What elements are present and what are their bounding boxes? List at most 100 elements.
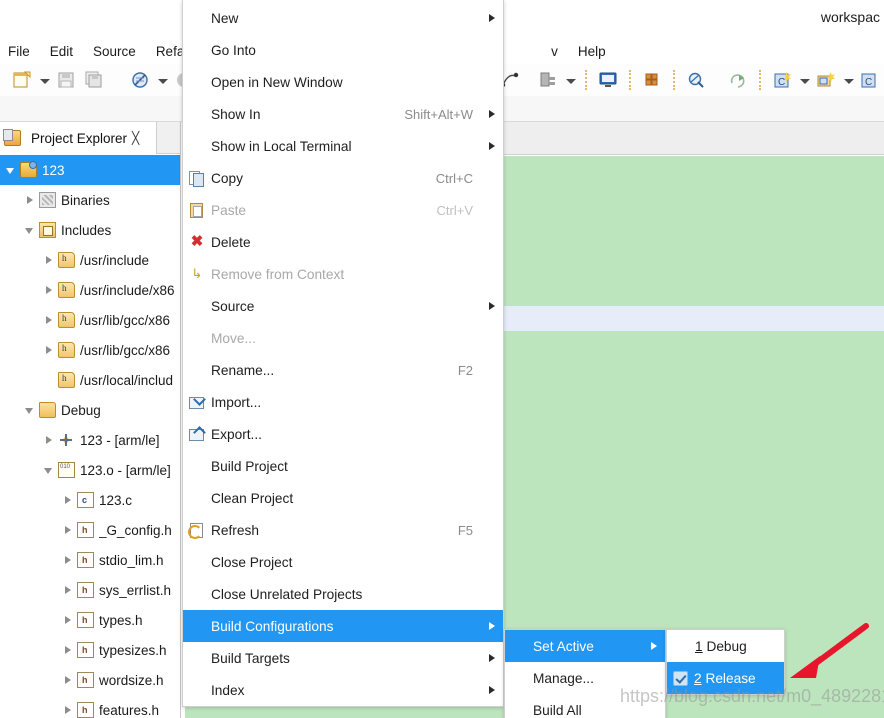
menu-help[interactable]: Help (568, 44, 616, 59)
menu-item-config-debug[interactable]: 1 Debug (667, 630, 784, 662)
tree-twisty-closed[interactable] (61, 673, 75, 687)
build-icon[interactable] (129, 69, 151, 91)
menu-edit[interactable]: Edit (40, 44, 83, 59)
tree-item-features-h[interactable]: features.h (0, 695, 180, 718)
menu-item-open-in-new-window[interactable]: Open in New Window (183, 66, 503, 98)
tree-twisty-closed[interactable] (42, 433, 56, 447)
menu-item-label: Debug (706, 638, 747, 654)
new-c-project-dropdown-arrow[interactable] (797, 69, 811, 91)
tree-item-label: Debug (61, 402, 101, 418)
tree-twisty-open[interactable] (42, 463, 56, 477)
tree-item-123-c[interactable]: 123.c (0, 485, 180, 515)
remove-context-icon: ↳ (191, 266, 203, 281)
tree-item-label: wordsize.h (99, 672, 164, 688)
menu-item-export[interactable]: Export... (183, 418, 503, 450)
tree-item-usr-lib-gcc-x86[interactable]: /usr/lib/gcc/x86 (0, 305, 180, 335)
submenu-arrow-icon (483, 683, 497, 697)
console-icon[interactable] (597, 69, 619, 91)
paste-icon (187, 202, 207, 218)
tree-item-types-h[interactable]: types.h (0, 605, 180, 635)
new-c-class-icon[interactable] (815, 69, 837, 91)
tree-twisty-closed[interactable] (61, 613, 75, 627)
tree-item-sys-errlist-h[interactable]: sys_errlist.h (0, 575, 180, 605)
tree-twisty-open[interactable] (23, 223, 37, 237)
registers-icon[interactable] (641, 69, 663, 91)
menu-item-new[interactable]: New (183, 2, 503, 34)
tree-item-usr-lib-gcc-x86[interactable]: /usr/lib/gcc/x86 (0, 335, 180, 365)
tree-twisty-open[interactable] (4, 163, 18, 177)
tree-twisty-closed[interactable] (61, 643, 75, 657)
tree-item-123[interactable]: 123 (0, 155, 180, 185)
tree-twisty-closed[interactable] (42, 343, 56, 357)
menu-item-build-project[interactable]: Build Project (183, 450, 503, 482)
save-icon (55, 69, 77, 91)
menu-item-source[interactable]: Source (183, 290, 503, 322)
tree-twisty-closed[interactable] (61, 493, 75, 507)
new-c-source-icon[interactable]: C (859, 69, 881, 91)
menu-item-rename[interactable]: Rename... F2 (183, 354, 503, 386)
menu-item-shortcut: F5 (457, 522, 473, 538)
refresh-icon (187, 522, 207, 539)
tree-twisty-closed[interactable] (61, 583, 75, 597)
menu-item-show-in-local-terminal[interactable]: Show in Local Terminal (183, 130, 503, 162)
tree-item-g-config-h[interactable]: _G_config.h (0, 515, 180, 545)
menu-file[interactable]: File (0, 44, 40, 59)
menu-item-index[interactable]: Index (183, 674, 503, 706)
tree-item-debug[interactable]: Debug (0, 395, 180, 425)
tree-twisty-closed[interactable] (42, 313, 56, 327)
menu-item-label: Rename... (211, 362, 275, 378)
tree-item-wordsize-h[interactable]: wordsize.h (0, 665, 180, 695)
new-c-project-icon[interactable]: C (771, 69, 793, 91)
tree-item-binaries[interactable]: Binaries (0, 185, 180, 215)
build-configurations-dropdown-arrow[interactable] (563, 69, 577, 91)
menu-item-import[interactable]: Import... (183, 386, 503, 418)
tree-item-usr-local-includ[interactable]: /usr/local/includ (0, 365, 180, 395)
menu-item-clean-project[interactable]: Clean Project (183, 482, 503, 514)
tree-item-includes[interactable]: Includes (0, 215, 180, 245)
tree-twisty-closed[interactable] (23, 193, 37, 207)
tree-twisty-closed[interactable] (61, 523, 75, 537)
tree-twisty-closed[interactable] (61, 553, 75, 567)
tree-twisty-open[interactable] (23, 403, 37, 417)
tree-twisty-closed[interactable] (42, 253, 56, 267)
menu-item-copy[interactable]: Copy Ctrl+C (183, 162, 503, 194)
disassembly-icon[interactable] (685, 69, 707, 91)
folder-icon (39, 402, 56, 418)
new-c-class-dropdown-arrow[interactable] (841, 69, 855, 91)
tree-item-123-arm-le[interactable]: 123 - [arm/le] (0, 425, 180, 455)
submenu-arrow-icon (645, 639, 659, 653)
project-icon (20, 161, 37, 178)
new-file-dropdown-arrow[interactable] (37, 69, 51, 91)
save-all-icon (83, 69, 105, 91)
menu-item-close-unrelated-projects[interactable]: Close Unrelated Projects (183, 578, 503, 610)
menu-item-go-into[interactable]: Go Into (183, 34, 503, 66)
tab-project-explorer[interactable]: Project Explorer ╳ (0, 122, 157, 154)
tree-twisty-closed[interactable] (42, 283, 56, 297)
close-icon[interactable]: ╳ (132, 131, 139, 145)
build-configurations-toolbar-icon[interactable] (537, 69, 559, 91)
menu-item-refresh[interactable]: Refresh F5 (183, 514, 503, 546)
menu-item-build-targets[interactable]: Build Targets (183, 642, 503, 674)
new-file-icon[interactable] (11, 69, 33, 91)
tree-item-label: _G_config.h (99, 522, 172, 538)
tree-item-123-o-arm-le[interactable]: 123.o - [arm/le] (0, 455, 180, 485)
include-path-icon (58, 312, 75, 328)
menu-item-build-configurations[interactable]: Build Configurations (183, 610, 503, 642)
restore-icon[interactable] (727, 69, 749, 91)
menu-item-close-project[interactable]: Close Project (183, 546, 503, 578)
build-dropdown-arrow[interactable] (155, 69, 169, 91)
menu-item-delete[interactable]: ✖ Delete (183, 226, 503, 258)
menu-window[interactable]: v (541, 44, 568, 59)
menu-item-shortcut: Shift+Alt+W (404, 106, 473, 122)
tree-item-typesizes-h[interactable]: typesizes.h (0, 635, 180, 665)
tree-item-usr-include[interactable]: /usr/include (0, 245, 180, 275)
menu-item-show-in[interactable]: Show In Shift+Alt+W (183, 98, 503, 130)
tree-twisty-closed[interactable] (61, 703, 75, 717)
copy-icon (187, 170, 207, 187)
menu-source[interactable]: Source (83, 44, 146, 59)
tree-item-usr-include-x86[interactable]: /usr/include/x86 (0, 275, 180, 305)
menu-item-icon-placeholder (187, 298, 207, 314)
menu-item-set-active[interactable]: Set Active (505, 630, 665, 662)
menu-item-label: Import... (211, 394, 262, 410)
tree-item-stdio-lim-h[interactable]: stdio_lim.h (0, 545, 180, 575)
